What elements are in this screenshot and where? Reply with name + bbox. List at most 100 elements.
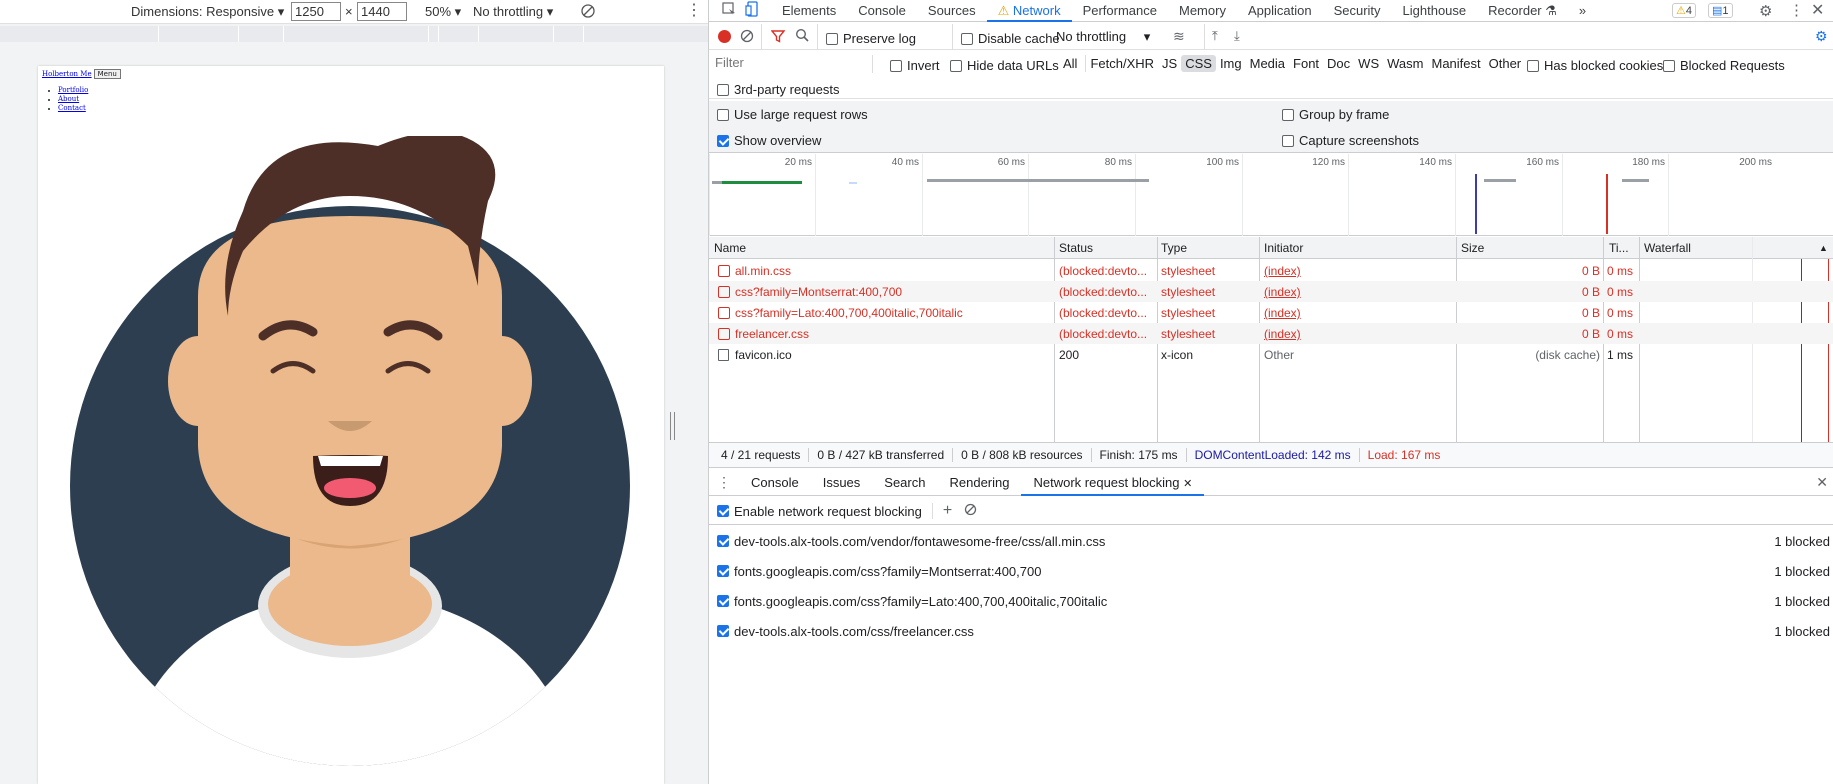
request-initiator-link[interactable]: (index) <box>1264 327 1301 341</box>
pattern-checkbox[interactable] <box>717 535 729 547</box>
inspect-element-icon[interactable] <box>721 1 737 20</box>
filter-manifest[interactable]: Manifest <box>1427 55 1484 72</box>
column-header-size[interactable]: Size <box>1461 241 1484 255</box>
close-devtools-icon[interactable]: ✕ <box>1811 0 1824 20</box>
column-header-status[interactable]: Status <box>1059 241 1093 255</box>
request-initiator-link[interactable]: (index) <box>1264 285 1301 299</box>
dimensions-dropdown[interactable]: Dimensions: Responsive ▾ <box>131 4 284 20</box>
large-rows-checkbox[interactable]: Use large request rows <box>717 106 868 122</box>
filter-wasm[interactable]: Wasm <box>1383 55 1427 72</box>
record-icon[interactable] <box>718 30 731 43</box>
show-overview-checkbox[interactable]: Show overview <box>717 132 821 148</box>
blocked-requests-checkbox[interactable]: Blocked Requests <box>1663 57 1785 73</box>
tab-security[interactable]: Security <box>1323 0 1392 22</box>
hide-data-urls-checkbox[interactable]: Hide data URLs <box>950 57 1059 73</box>
warnings-badge[interactable]: ⚠4 <box>1672 3 1696 18</box>
disable-cache-checkbox[interactable]: Disable cache <box>961 30 1060 46</box>
column-header-type[interactable]: Type <box>1161 241 1187 255</box>
request-initiator-link[interactable]: (index) <box>1264 306 1301 320</box>
network-conditions-icon[interactable]: ≋ <box>1173 28 1185 45</box>
preserve-log-checkbox[interactable]: Preserve log <box>826 30 916 46</box>
blocked-pattern-row[interactable]: dev-tools.alx-tools.com/css/freelancer.c… <box>709 616 1833 646</box>
network-throttling-dropdown[interactable]: No throttling ▾ <box>1056 29 1150 45</box>
filter-css[interactable]: CSS <box>1181 55 1216 72</box>
tab-lighthouse[interactable]: Lighthouse <box>1392 0 1478 22</box>
pattern-checkbox[interactable] <box>717 625 729 637</box>
nav-link-portfolio[interactable]: Portfolio <box>58 86 88 94</box>
messages-badge[interactable]: ▤1 <box>1708 3 1733 18</box>
more-tabs-button[interactable]: » <box>1568 0 1597 22</box>
has-blocked-cookies-checkbox[interactable]: Has blocked cookies <box>1527 57 1663 73</box>
table-row[interactable]: css?family=Lato:400,700,400italic,700ita… <box>709 302 1833 323</box>
nav-link-contact[interactable]: Contact <box>58 104 86 112</box>
ruler-segment[interactable] <box>428 26 429 42</box>
brand-link[interactable]: Holberton Me <box>42 70 92 78</box>
close-tab-icon[interactable]: ✕ <box>1183 478 1192 490</box>
ruler-segment[interactable] <box>238 26 239 42</box>
search-icon[interactable] <box>795 28 809 45</box>
tab-sources[interactable]: Sources <box>917 0 987 22</box>
capture-screenshots-checkbox[interactable]: Capture screenshots <box>1282 132 1419 148</box>
pattern-checkbox[interactable] <box>717 595 729 607</box>
add-pattern-icon[interactable]: + <box>943 502 952 520</box>
filter-fetch-xhr[interactable]: Fetch/XHR <box>1085 55 1158 72</box>
tab-elements[interactable]: Elements <box>771 0 847 22</box>
throttling-dropdown[interactable]: No throttling ▾ <box>473 4 553 20</box>
drawer-menu-icon[interactable]: ⋮ <box>709 474 739 491</box>
filter-media[interactable]: Media <box>1246 55 1289 72</box>
filter-all[interactable]: All <box>1059 55 1081 72</box>
column-header-time[interactable]: Ti... <box>1609 241 1629 255</box>
filter-js[interactable]: JS <box>1158 55 1181 72</box>
rotate-icon[interactable] <box>580 3 596 22</box>
media-query-ruler[interactable] <box>0 26 708 42</box>
resize-handle[interactable] <box>670 412 675 440</box>
more-options-icon[interactable]: ⋮ <box>686 0 702 20</box>
width-input[interactable]: 1250 <box>291 2 341 21</box>
group-by-frame-checkbox[interactable]: Group by frame <box>1282 106 1389 122</box>
height-input[interactable]: 1440 <box>357 2 407 21</box>
enable-blocking-checkbox[interactable]: Enable network request blocking <box>717 502 922 519</box>
settings-gear-icon[interactable]: ⚙ <box>1759 2 1772 20</box>
invert-checkbox[interactable]: Invert <box>890 57 940 73</box>
drawer-tab-rendering[interactable]: Rendering <box>937 470 1021 496</box>
filter-input[interactable]: Filter <box>713 55 873 73</box>
ruler-segment[interactable] <box>438 26 439 42</box>
customize-menu-icon[interactable]: ⋮ <box>1789 1 1804 19</box>
table-row[interactable]: favicon.ico 200 x-icon Other (disk cache… <box>709 344 1833 365</box>
filter-ws[interactable]: WS <box>1354 55 1383 72</box>
table-row[interactable]: all.min.css (blocked:devto... stylesheet… <box>709 260 1833 281</box>
device-toggle-icon[interactable] <box>745 1 761 20</box>
drawer-tab-issues[interactable]: Issues <box>811 470 873 496</box>
column-header-name[interactable]: Name <box>714 241 746 255</box>
column-header-waterfall[interactable]: Waterfall <box>1644 241 1691 255</box>
ruler-segment[interactable] <box>478 26 479 42</box>
ruler-segment[interactable] <box>158 26 159 42</box>
ruler-segment[interactable] <box>583 26 584 42</box>
drawer-tab-console[interactable]: Console <box>739 470 811 496</box>
table-row[interactable]: freelancer.css (blocked:devto... stylesh… <box>709 323 1833 344</box>
nav-link-about[interactable]: About <box>58 95 79 103</box>
import-har-icon[interactable]: ⤒ <box>1212 28 1218 44</box>
filter-other[interactable]: Other <box>1485 55 1526 72</box>
third-party-checkbox[interactable]: 3rd-party requests <box>717 81 840 97</box>
pattern-checkbox[interactable] <box>717 565 729 577</box>
tab-recorder[interactable]: Recorder ⚗ <box>1477 0 1568 22</box>
sort-ascending-icon[interactable]: ▲ <box>1819 243 1828 253</box>
blocked-pattern-row[interactable]: dev-tools.alx-tools.com/vendor/fontaweso… <box>709 526 1833 556</box>
blocked-pattern-row[interactable]: fonts.googleapis.com/css?family=Montserr… <box>709 556 1833 586</box>
filter-doc[interactable]: Doc <box>1323 55 1354 72</box>
network-settings-icon[interactable]: ⚙ <box>1815 28 1828 45</box>
timeline-overview[interactable]: 20 ms 40 ms 60 ms 80 ms 100 ms 120 ms 14… <box>709 154 1833 236</box>
column-header-initiator[interactable]: Initiator <box>1264 241 1303 255</box>
tab-console[interactable]: Console <box>847 0 917 22</box>
request-initiator-link[interactable]: (index) <box>1264 264 1301 278</box>
remove-all-patterns-icon[interactable] <box>964 503 977 519</box>
drawer-tab-search[interactable]: Search <box>872 470 937 496</box>
tab-memory[interactable]: Memory <box>1168 0 1237 22</box>
menu-button[interactable]: Menu <box>93 69 121 79</box>
drawer-tab-network-request-blocking[interactable]: Network request blocking ✕ <box>1021 470 1205 496</box>
filter-icon[interactable] <box>770 29 786 46</box>
tab-network[interactable]: ⚠ Network <box>986 0 1072 22</box>
export-har-icon[interactable]: ⤓ <box>1234 28 1240 44</box>
blocked-pattern-row[interactable]: fonts.googleapis.com/css?family=Lato:400… <box>709 586 1833 616</box>
